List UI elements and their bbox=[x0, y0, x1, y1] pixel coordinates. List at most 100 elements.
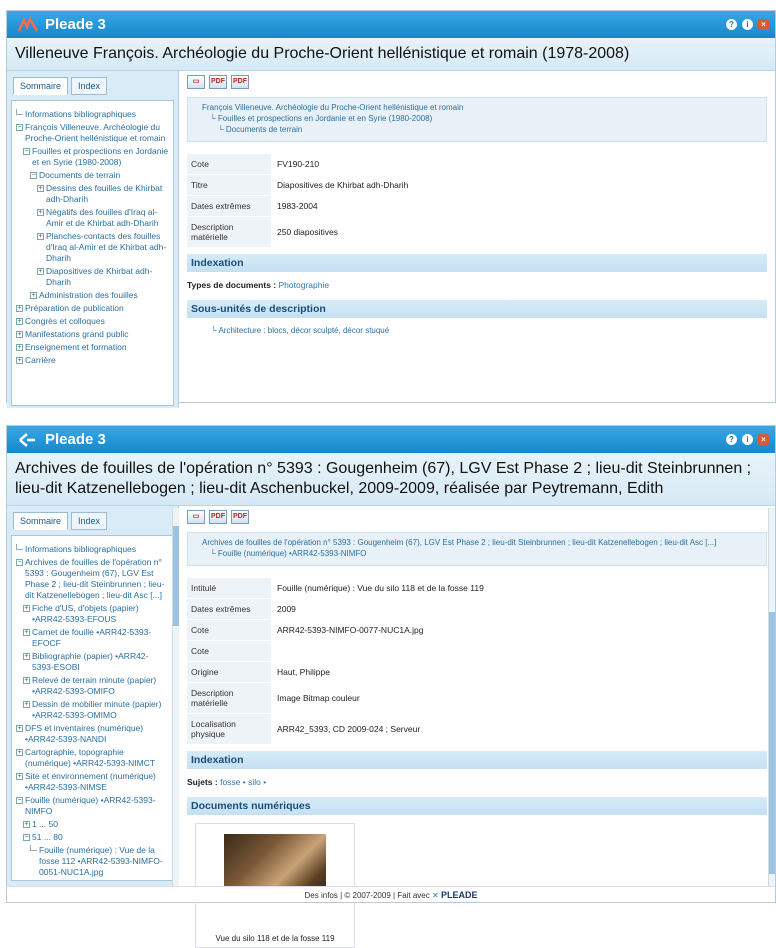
tree-node-label[interactable]: Congrès et colloques bbox=[25, 316, 105, 327]
tree-node-label[interactable]: Cartographie, topographie (numérique) •A… bbox=[25, 747, 169, 769]
tab-sommaire[interactable]: Sommaire bbox=[13, 512, 69, 530]
tree-node-label[interactable]: 51 ... 80 bbox=[32, 832, 63, 843]
tree-node[interactable]: + Planches-contacts des fouilles d'Iraq a… bbox=[16, 231, 169, 264]
folder-icon[interactable]: ▭ bbox=[187, 510, 205, 524]
pdf-all-icon[interactable]: PDF bbox=[231, 510, 249, 524]
breadcrumb-item[interactable]: └ Fouilles et prospections en Jordanie e… bbox=[202, 114, 752, 124]
breadcrumb-item[interactable]: François Villeneuve. Archéologie du Proc… bbox=[202, 103, 752, 113]
collapse-icon[interactable]: − bbox=[16, 559, 23, 566]
tree-node-label[interactable]: 1 ... 50 bbox=[32, 819, 58, 830]
tree-node[interactable]: − Fouille (numérique) •ARR42-5393-NIMFO bbox=[16, 795, 169, 817]
expand-icon[interactable]: + bbox=[16, 357, 23, 364]
expand-icon[interactable]: + bbox=[16, 725, 23, 732]
expand-icon[interactable]: + bbox=[37, 233, 44, 240]
tree-node[interactable]: Informations bibliographiques bbox=[16, 109, 169, 120]
tree-node[interactable]: + Congrès et colloques bbox=[16, 316, 169, 327]
tree-node[interactable]: + Diapositives de Khirbat adh-Dharih bbox=[16, 266, 169, 288]
info-icon[interactable]: i bbox=[742, 434, 753, 445]
close-icon[interactable]: × bbox=[758, 434, 769, 445]
tree-node-label[interactable]: Fouille (numérique) : Vue de la fosse 11… bbox=[39, 845, 169, 878]
folder-icon[interactable]: ▭ bbox=[187, 75, 205, 89]
pdf-all-icon[interactable]: PDF bbox=[231, 75, 249, 89]
tree-node[interactable]: Fouille (numérique) bbox=[16, 880, 169, 881]
expand-icon[interactable]: + bbox=[16, 318, 23, 325]
expand-icon[interactable]: + bbox=[37, 268, 44, 275]
expand-icon[interactable]: + bbox=[16, 331, 23, 338]
tab-index[interactable]: Index bbox=[71, 512, 108, 530]
expand-icon[interactable]: + bbox=[23, 629, 30, 636]
tree-node[interactable]: +1 ... 50 bbox=[16, 819, 169, 830]
tab-index[interactable]: Index bbox=[71, 77, 108, 95]
collapse-icon[interactable]: − bbox=[23, 148, 30, 155]
tree-node-label[interactable]: Site et environnement (numérique) •ARR42… bbox=[25, 771, 169, 793]
footer-brand[interactable]: PLEADE bbox=[441, 890, 478, 900]
expand-icon[interactable]: + bbox=[37, 209, 44, 216]
tree-node[interactable]: + Carrière bbox=[16, 355, 169, 366]
tree-node[interactable]: + Dessin de mobilier minute (papier) •ARR… bbox=[16, 699, 169, 721]
expand-icon[interactable]: + bbox=[23, 653, 30, 660]
tree-node-label[interactable]: Enseignement et formation bbox=[25, 342, 127, 353]
collapse-icon[interactable]: − bbox=[23, 834, 30, 841]
tree-node-label[interactable]: Bibliographie (papier) •ARR42-5393-ESOBI bbox=[32, 651, 169, 673]
info-icon[interactable]: i bbox=[742, 19, 753, 30]
expand-icon[interactable]: + bbox=[23, 605, 30, 612]
tree-node[interactable]: Informations bibliographiques bbox=[16, 544, 169, 555]
expand-icon[interactable]: + bbox=[16, 749, 23, 756]
collapse-icon[interactable]: − bbox=[16, 124, 23, 131]
expand-icon[interactable]: + bbox=[23, 701, 30, 708]
tree-node[interactable]: − Fouilles et prospections en Jordanie et… bbox=[16, 146, 169, 168]
tree-node-label[interactable]: Archives de fouilles de l'opération n° 5… bbox=[25, 557, 169, 601]
tree-node[interactable]: −51 ... 80 bbox=[16, 832, 169, 843]
tree-node-label[interactable]: Carrière bbox=[25, 355, 56, 366]
tree-node-label[interactable]: Manifestations grand public bbox=[25, 329, 128, 340]
breadcrumb-item[interactable]: Archives de fouilles de l'opération n° 5… bbox=[202, 538, 752, 548]
breadcrumb-item[interactable]: └ Documents de terrain bbox=[202, 125, 752, 135]
tree-node-label[interactable]: Fouille (numérique) •ARR42-5393-NIMFO bbox=[25, 795, 169, 817]
tree-node[interactable]: + Bibliographie (papier) •ARR42-5393-ESOB… bbox=[16, 651, 169, 673]
tree-node-label[interactable]: Négatifs des fouilles d'Iraq al-Amir et … bbox=[46, 207, 169, 229]
pdf-icon[interactable]: PDF bbox=[209, 510, 227, 524]
expand-icon[interactable]: + bbox=[23, 677, 30, 684]
tree-node-label[interactable]: DFS et inventaires (numérique) •ARR42-53… bbox=[25, 723, 169, 745]
tree-node[interactable]: + Administration des fouilles bbox=[16, 290, 169, 301]
expand-icon[interactable]: + bbox=[16, 344, 23, 351]
tree-node[interactable]: + Manifestations grand public bbox=[16, 329, 169, 340]
types-link[interactable]: Photographie bbox=[278, 280, 329, 290]
tree-node-label[interactable]: Carnet de fouille •ARR42-5393-EFOCF bbox=[32, 627, 169, 649]
breadcrumb-item[interactable]: └ Fouille (numérique) •ARR42-5393-NIMFO bbox=[202, 549, 752, 559]
tree-node[interactable]: + Négatifs des fouilles d'Iraq al-Amir et… bbox=[16, 207, 169, 229]
expand-icon[interactable]: + bbox=[16, 773, 23, 780]
tree-node-label[interactable]: Planches-contacts des fouilles d'Iraq al… bbox=[46, 231, 169, 264]
tree-node-label[interactable]: Documents de terrain bbox=[39, 170, 120, 181]
sidebar-scrollbar[interactable] bbox=[172, 508, 179, 892]
close-icon[interactable]: × bbox=[758, 19, 769, 30]
tree-node[interactable]: + Préparation de publication bbox=[16, 303, 169, 314]
subjects-links[interactable]: fosse • silo • bbox=[220, 777, 266, 787]
expand-icon[interactable]: + bbox=[30, 292, 37, 299]
expand-icon[interactable]: + bbox=[16, 305, 23, 312]
tree-node-label[interactable]: Préparation de publication bbox=[25, 303, 124, 314]
tree-node-label[interactable]: François Villeneuve. Archéologie du Proc… bbox=[25, 122, 169, 144]
main-scrollbar[interactable] bbox=[768, 508, 775, 892]
tree-node[interactable]: + Carnet de fouille •ARR42-5393-EFOCF bbox=[16, 627, 169, 649]
tree-node[interactable]: + Enseignement et formation bbox=[16, 342, 169, 353]
pdf-icon[interactable]: PDF bbox=[209, 75, 227, 89]
subunit-label[interactable]: Architecture : blocs, décor sculpté, déc… bbox=[218, 326, 389, 335]
expand-icon[interactable]: + bbox=[37, 185, 44, 192]
tree-node[interactable]: Fouille (numérique) : Vue de la fosse 11… bbox=[16, 845, 169, 878]
tree-node-label[interactable]: Fouille (numérique) bbox=[39, 880, 112, 881]
tree-node-label[interactable]: Fouilles et prospections en Jordanie et … bbox=[32, 146, 169, 168]
subunit-link[interactable]: └ Architecture : blocs, décor sculpté, d… bbox=[187, 326, 767, 335]
expand-icon[interactable]: + bbox=[23, 821, 30, 828]
tree-node-label[interactable]: Informations bibliographiques bbox=[25, 544, 136, 555]
tree-node[interactable]: + Fiche d'US, d'objets (papier) •ARR42-53… bbox=[16, 603, 169, 625]
help-icon[interactable]: ? bbox=[726, 19, 737, 30]
tree-node-label[interactable]: Dessin de mobilier minute (papier) •ARR4… bbox=[32, 699, 169, 721]
tree-node[interactable]: + Relevé de terrain minute (papier) •ARR4… bbox=[16, 675, 169, 697]
tree-node[interactable]: + Dessins des fouilles de Khirbat adh-Dha… bbox=[16, 183, 169, 205]
tree-node-label[interactable]: Diapositives de Khirbat adh-Dharih bbox=[46, 266, 169, 288]
tree-node-label[interactable]: Dessins des fouilles de Khirbat adh-Dhar… bbox=[46, 183, 169, 205]
tree-node[interactable]: − Archives de fouilles de l'opération n° … bbox=[16, 557, 169, 601]
tree-node[interactable]: − Documents de terrain bbox=[16, 170, 169, 181]
collapse-icon[interactable]: − bbox=[16, 797, 23, 804]
